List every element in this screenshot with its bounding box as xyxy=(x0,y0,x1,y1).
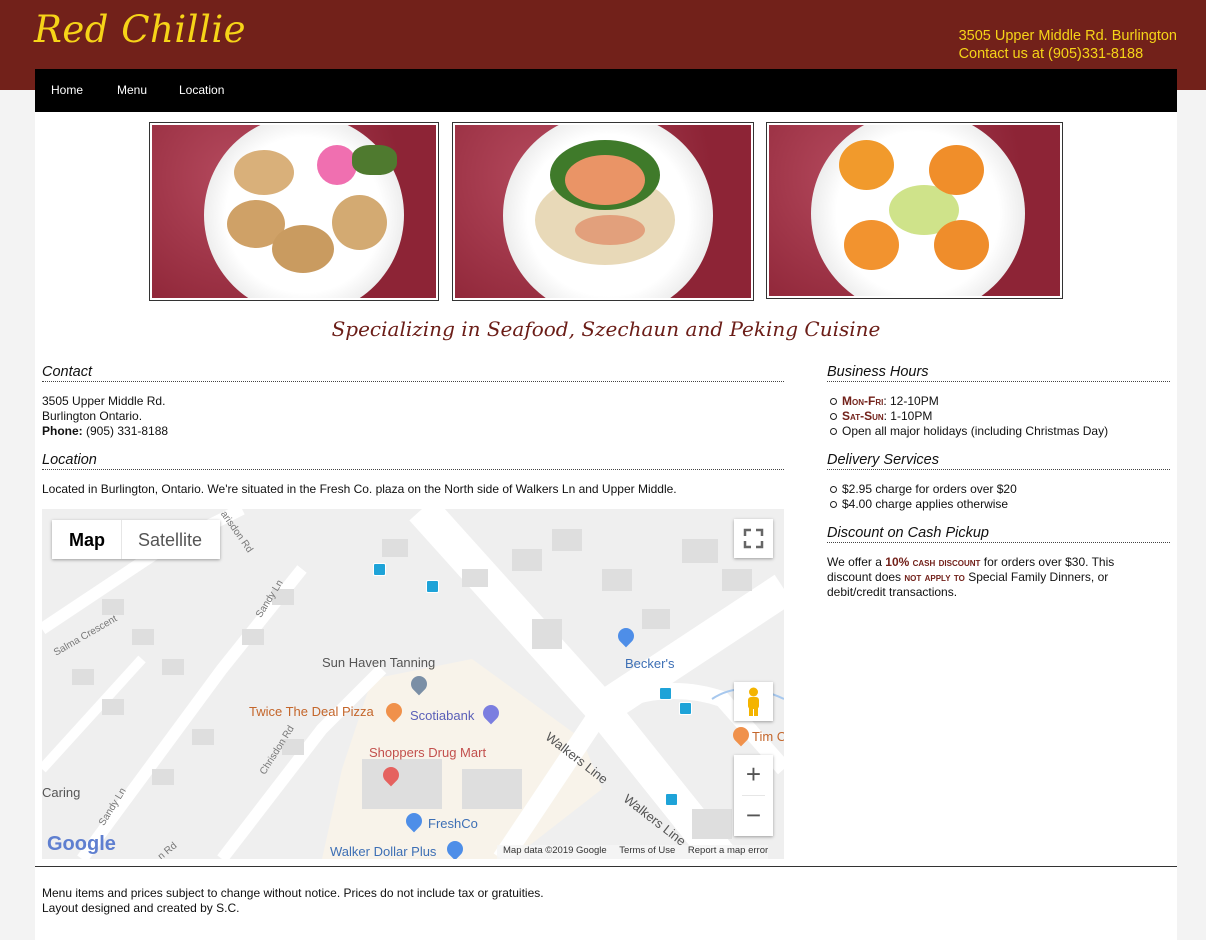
hours-time: : 1-10PM xyxy=(883,409,933,423)
footer: Menu items and prices subject to change … xyxy=(42,886,544,916)
hours-title: Business Hours xyxy=(827,364,1170,382)
discount-highlight: 10% cash discount xyxy=(885,555,981,569)
bus-stop-icon[interactable] xyxy=(373,563,386,576)
bus-stop-icon[interactable] xyxy=(679,702,692,715)
map-label-scotiabank[interactable]: Scotiabank xyxy=(410,708,474,723)
hours-item: Sat-Sun: 1-10PM xyxy=(827,409,1170,424)
google-logo[interactable]: Google xyxy=(47,833,116,856)
delivery-list: $2.95 charge for orders over $20 $4.00 c… xyxy=(827,482,1170,512)
contact-phone-line: Phone: (905) 331-8188 xyxy=(42,424,168,439)
contact-details: 3505 Upper Middle Rd. Burlington Ontario… xyxy=(42,394,168,439)
map-label-tim[interactable]: Tim C xyxy=(752,729,784,744)
nav-location[interactable]: Location xyxy=(179,83,224,97)
street-view-button[interactable] xyxy=(734,682,773,721)
dumplings-photo xyxy=(149,122,439,301)
header-phone: Contact us at (905)331-8188 xyxy=(958,46,1144,62)
footer-divider xyxy=(35,866,1177,867)
hours-day-label: Sat-Sun xyxy=(842,409,884,423)
tagline: Specializing in Seafood, Szechaun and Pe… xyxy=(331,317,881,341)
map-attribution-bar: Map data ©2019 Google Terms of Use Repor… xyxy=(497,845,769,859)
header-contact: 3505 Upper Middle Rd. Burlington Contact… xyxy=(959,27,1177,63)
phone-number: (905) 331-8188 xyxy=(82,424,169,438)
location-title: Location xyxy=(42,452,784,470)
hours-time: : 12-10PM xyxy=(883,394,939,408)
satellite-button[interactable]: Satellite xyxy=(138,530,202,551)
hours-note: Open all major holidays (including Chris… xyxy=(842,424,1109,438)
site-logo[interactable]: Red Chillie xyxy=(34,8,246,51)
fullscreen-button[interactable] xyxy=(734,519,773,558)
map-label-shoppers[interactable]: Shoppers Drug Mart xyxy=(369,745,486,760)
map-label-caring: Caring xyxy=(42,785,81,800)
hours-list: Mon-Fri: 12-10PM Sat-Sun: 1-10PM Open al… xyxy=(827,394,1170,439)
map-data-credit: Map data ©2019 Google xyxy=(503,845,607,856)
phone-label: Phone: xyxy=(42,424,83,438)
header-address: 3505 Upper Middle Rd. Burlington xyxy=(958,28,1177,44)
discount-text-part: We offer a xyxy=(827,555,886,569)
zoom-control: + − xyxy=(734,755,773,836)
discount-title: Discount on Cash Pickup xyxy=(827,525,1170,543)
map-label-twice-the-deal[interactable]: Twice The Deal Pizza xyxy=(249,704,374,719)
map-label-beckers[interactable]: Becker's xyxy=(625,656,674,671)
shrimp-noodles-photo xyxy=(452,122,754,301)
page-container: Home Menu Location Specializing in Seafo… xyxy=(35,69,1177,940)
contact-city: Burlington Ontario. xyxy=(42,409,143,423)
nav-menu[interactable]: Menu xyxy=(117,83,147,97)
terms-link[interactable]: Terms of Use xyxy=(619,845,675,856)
pegman-icon xyxy=(748,687,759,716)
discount-highlight: not apply to xyxy=(904,570,965,584)
delivery-item: $2.95 charge for orders over $20 xyxy=(827,482,1170,497)
hours-item: Open all major holidays (including Chris… xyxy=(827,424,1170,439)
map-type-control: Map Satellite xyxy=(52,520,220,559)
footer-disclaimer: Menu items and prices subject to change … xyxy=(42,886,544,900)
zoom-in-button[interactable]: + xyxy=(734,755,773,795)
bus-stop-icon[interactable] xyxy=(426,580,439,593)
contact-street: 3505 Upper Middle Rd. xyxy=(42,394,166,408)
google-map[interactable]: Map Satellite + − Sun Haven Tanning Beck… xyxy=(42,509,784,859)
hours-item: Mon-Fri: 12-10PM xyxy=(827,394,1170,409)
map-label-sun-haven[interactable]: Sun Haven Tanning xyxy=(322,655,435,670)
map-label-walker-dollar[interactable]: Walker Dollar Plus xyxy=(330,844,436,859)
nav-bar: Home Menu Location xyxy=(35,69,1177,112)
map-label-freshco[interactable]: FreshCo xyxy=(428,816,478,831)
delivery-item: $4.00 charge applies otherwise xyxy=(827,497,1170,512)
discount-text: We offer a 10% cash discount for orders … xyxy=(827,555,1147,600)
bus-stop-icon[interactable] xyxy=(659,687,672,700)
zoom-out-button[interactable]: − xyxy=(734,796,773,836)
map-button[interactable]: Map xyxy=(69,530,105,551)
location-text: Located in Burlington, Ontario. We're si… xyxy=(42,482,677,496)
delivery-title: Delivery Services xyxy=(827,452,1170,470)
bus-stop-icon[interactable] xyxy=(665,793,678,806)
nav-home[interactable]: Home xyxy=(51,83,83,97)
report-error-link[interactable]: Report a map error xyxy=(688,845,768,856)
seafood-cups-photo xyxy=(766,122,1063,299)
fullscreen-icon xyxy=(743,528,764,549)
hours-day-label: Mon-Fri xyxy=(842,394,884,408)
footer-credit: Layout designed and created by S.C. xyxy=(42,901,240,915)
contact-title: Contact xyxy=(42,364,784,382)
